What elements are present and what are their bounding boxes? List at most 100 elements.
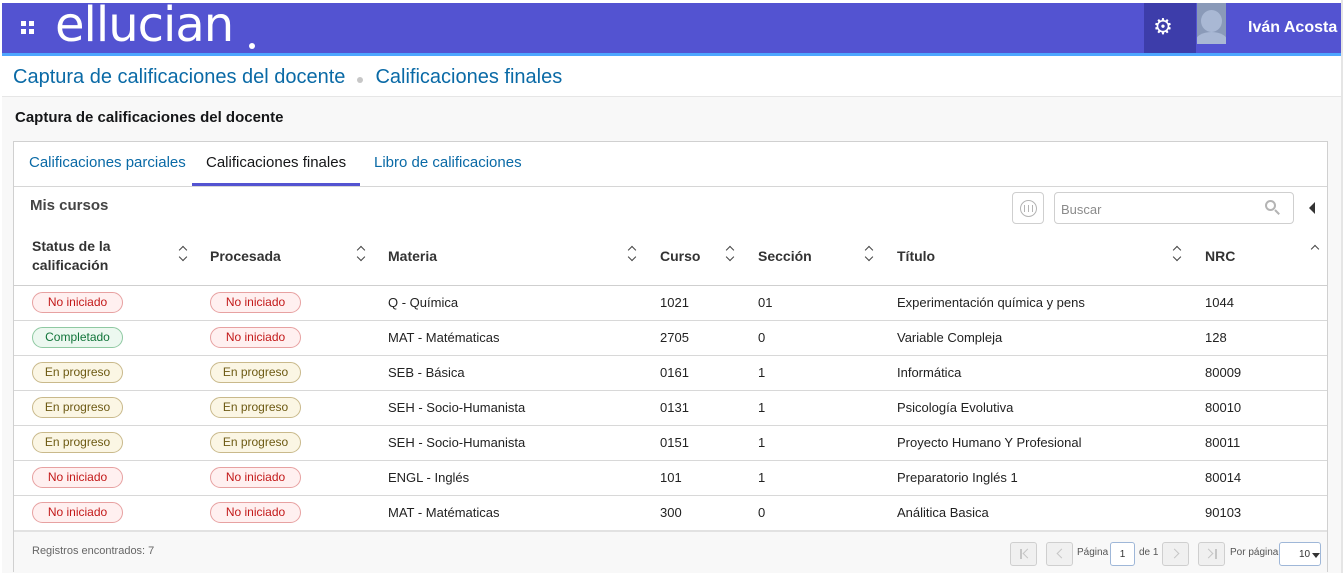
subject-cell: Q - Química <box>388 295 459 310</box>
title-cell: Informática <box>897 365 962 380</box>
section-cell: 0 <box>758 505 766 520</box>
chevron-right-icon <box>1169 548 1180 559</box>
table-header: Status de la calificación Procesada Mate… <box>14 229 1327 286</box>
per-page-label: Por página <box>1230 547 1279 558</box>
page-of-label: de 1 <box>1139 547 1159 558</box>
ellucian-logo[interactable]: ellucian <box>55 0 234 53</box>
page-number-input[interactable] <box>1110 542 1135 566</box>
title-cell: Preparatorio Inglés 1 <box>897 470 1018 485</box>
next-page-button[interactable] <box>1162 542 1189 566</box>
last-page-button[interactable] <box>1198 542 1225 566</box>
course-cell: 300 <box>660 505 682 520</box>
processed-badge: No iniciado <box>210 327 301 348</box>
tab-gradebook[interactable]: Libro de calificaciones <box>374 154 522 171</box>
title-cell: Psicología Evolutiva <box>897 400 1014 415</box>
status-badge: No iniciado <box>32 292 123 313</box>
active-tab-indicator <box>192 183 360 186</box>
title-cell: Variable Compleja <box>897 330 1003 345</box>
table-row[interactable]: No iniciado No iniciado MAT - Matématica… <box>14 496 1327 531</box>
breadcrumb-item-teacher-grades[interactable]: Captura de calificaciones del docente <box>13 66 345 89</box>
processed-badge: No iniciado <box>210 502 301 523</box>
collapse-left-icon[interactable] <box>1309 202 1315 214</box>
table-row[interactable]: Completado No iniciado MAT - Matématicas… <box>14 321 1327 356</box>
user-name[interactable]: Iván Acosta <box>1248 19 1337 37</box>
processed-badge: No iniciado <box>210 292 301 313</box>
section-cell: 1 <box>758 400 766 415</box>
crn-cell: 80010 <box>1205 400 1242 415</box>
status-badge: Completado <box>32 327 123 348</box>
grades-panel: Calificaciones parciales Calificaciones … <box>13 141 1328 572</box>
column-header-processed[interactable]: Procesada <box>210 247 281 266</box>
table-row[interactable]: No iniciado No iniciado ENGL - Inglés 10… <box>14 461 1327 496</box>
sort-section-icon[interactable] <box>865 247 875 261</box>
breadcrumb-item-final-grades[interactable]: Calificaciones finales <box>375 66 562 89</box>
search-icon[interactable] <box>1265 200 1281 216</box>
table-footer: Registros encontrados: 7 Página de 1 Por… <box>14 530 1327 572</box>
processed-badge: En progreso <box>210 362 301 383</box>
course-cell: 0161 <box>660 365 689 380</box>
table-row[interactable]: No iniciado No iniciado Q - Química 1021… <box>14 286 1327 321</box>
crn-cell: 80011 <box>1205 435 1241 450</box>
column-chooser-button[interactable] <box>1012 192 1044 224</box>
section-cell: 1 <box>758 435 766 450</box>
search-input[interactable] <box>1061 200 1251 218</box>
column-header-status[interactable]: Status de la calificación <box>32 237 132 275</box>
table-row[interactable]: En progreso En progreso SEB - Básica 016… <box>14 356 1327 391</box>
per-page-select[interactable]: 10 <box>1279 542 1321 566</box>
last-page-icon <box>1203 548 1214 559</box>
user-avatar-icon[interactable] <box>1197 3 1226 44</box>
sort-crn-icon[interactable] <box>1311 244 1321 252</box>
crn-cell: 80014 <box>1205 470 1242 485</box>
subject-cell: MAT - Matématicas <box>388 505 500 520</box>
column-header-section[interactable]: Sección <box>758 247 812 266</box>
sort-processed-icon[interactable] <box>357 247 367 261</box>
chevron-down-icon <box>1312 553 1320 558</box>
title-cell: Experimentación química y pens <box>897 295 1085 310</box>
table-row[interactable]: En progreso En progreso SEH - Socio-Huma… <box>14 426 1327 461</box>
title-cell: Análitica Basica <box>897 505 989 520</box>
processed-badge: No iniciado <box>210 467 301 488</box>
page-title: Captura de calificaciones del docente <box>15 109 284 126</box>
status-badge: No iniciado <box>32 502 123 523</box>
records-count: Registros encontrados: 7 <box>32 545 155 557</box>
previous-page-button[interactable] <box>1046 542 1073 566</box>
column-header-course[interactable]: Curso <box>660 247 700 266</box>
course-cell: 1021 <box>660 295 689 310</box>
status-badge: En progreso <box>32 397 123 418</box>
title-cell: Proyecto Humano Y Profesional <box>897 435 1082 450</box>
chevron-left-icon <box>1056 548 1067 559</box>
crn-cell: 90103 <box>1205 505 1242 520</box>
course-cell: 0131 <box>660 400 689 415</box>
subject-cell: SEB - Básica <box>388 365 465 380</box>
page-label: Página <box>1077 547 1109 558</box>
sort-title-icon[interactable] <box>1173 247 1183 261</box>
breadcrumb: Captura de calificaciones del docente Ca… <box>13 64 562 90</box>
apps-grid-icon[interactable] <box>21 21 35 35</box>
gear-icon[interactable]: ⚙ <box>1152 16 1174 38</box>
section-cell: 1 <box>758 470 766 485</box>
sort-course-icon[interactable] <box>726 247 736 261</box>
column-header-crn[interactable]: NRC <box>1205 247 1235 266</box>
tab-final-grades[interactable]: Calificaciones finales <box>206 154 346 171</box>
crn-cell: 128 <box>1205 330 1227 345</box>
crn-cell: 80009 <box>1205 365 1242 380</box>
header-accent-line <box>2 53 1341 56</box>
tab-partial-grades[interactable]: Calificaciones parciales <box>29 154 186 171</box>
status-badge: No iniciado <box>32 467 123 488</box>
breadcrumb-separator-icon <box>357 77 364 83</box>
section-cell: 1 <box>758 365 766 380</box>
first-page-icon <box>1022 548 1033 559</box>
processed-badge: En progreso <box>210 397 301 418</box>
course-cell: 101 <box>660 470 682 485</box>
table-row[interactable]: En progreso En progreso SEH - Socio-Huma… <box>14 391 1327 426</box>
column-header-subject[interactable]: Materia <box>388 247 437 266</box>
section-cell: 0 <box>758 330 766 345</box>
column-header-title[interactable]: Título <box>897 247 935 266</box>
first-page-button[interactable] <box>1010 542 1037 566</box>
section-cell: 01 <box>758 295 773 310</box>
search-box <box>1054 192 1294 224</box>
sort-status-icon[interactable] <box>179 247 189 261</box>
tab-bar: Calificaciones parciales Calificaciones … <box>14 142 1327 187</box>
crn-cell: 1044 <box>1205 295 1234 310</box>
sort-subject-icon[interactable] <box>628 247 638 261</box>
